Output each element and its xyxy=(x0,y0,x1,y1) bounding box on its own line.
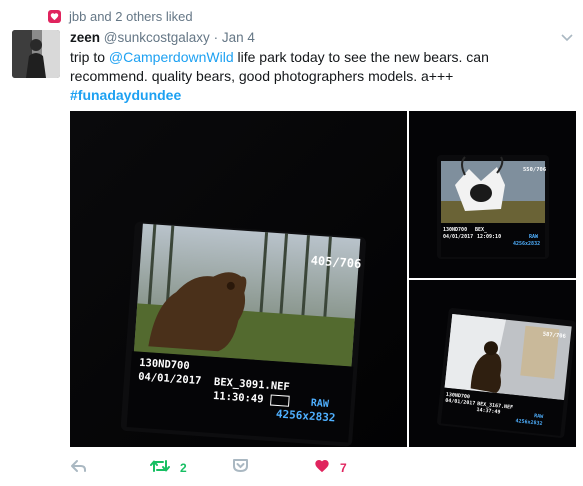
goat-time: 12:09:10 xyxy=(477,234,501,240)
liked-by-notice: jbb and 2 others liked xyxy=(48,8,193,24)
liked-heart-icon xyxy=(48,9,61,23)
goat-filename: BEX_ xyxy=(475,227,488,233)
photo-animal-camera-screen[interactable]: 587/706 130ND700 BEX_3167.NEF 04/01/2017… xyxy=(409,280,576,447)
photo-grid: 405/706 130ND700 04/01/2017 BEX_3091.NEF… xyxy=(70,111,576,447)
goat-resolution: 4256x2832 xyxy=(513,241,540,247)
reply-icon xyxy=(70,459,87,478)
like-button[interactable]: 7 xyxy=(314,458,347,478)
direct-message-icon xyxy=(232,458,249,478)
goat-folder: 130ND700 xyxy=(443,227,467,233)
heart-icon xyxy=(314,458,330,478)
tweet-header: zeen @sunkcostgalaxy · Jan 4 xyxy=(70,30,255,45)
display-name[interactable]: zeen xyxy=(70,30,100,45)
reply-button[interactable] xyxy=(70,459,150,478)
more-options-chevron-icon[interactable] xyxy=(559,30,575,46)
tweet-date[interactable]: Jan 4 xyxy=(222,30,255,45)
goat-frame-counter: 550/706 xyxy=(523,167,547,173)
like-count: 7 xyxy=(340,461,347,475)
retweet-count: 2 xyxy=(180,461,187,475)
goat-format: RAW xyxy=(529,234,539,240)
liked-by-text[interactable]: jbb and 2 others liked xyxy=(69,9,193,24)
photo-goat-camera-screen[interactable]: 550/706 130ND700 BEX_ 04/01/2017 12:09:1… xyxy=(409,111,576,278)
avatar[interactable] xyxy=(12,30,60,78)
hashtag-link[interactable]: #funadaydundee xyxy=(70,87,181,103)
tweet-text: trip to @CamperdownWild life park today … xyxy=(70,48,550,105)
photo-bear-camera-screen[interactable]: 405/706 130ND700 04/01/2017 BEX_3091.NEF… xyxy=(70,111,407,447)
tweet-actions: 2 7 xyxy=(70,458,347,478)
header-separator: · xyxy=(213,30,219,45)
retweet-icon xyxy=(150,459,170,478)
mention-link[interactable]: @CamperdownWild xyxy=(109,49,234,65)
direct-message-button[interactable] xyxy=(232,458,314,478)
animal-format: RAW xyxy=(534,413,545,420)
retweet-button[interactable]: 2 xyxy=(150,459,232,478)
tweet-text-start: trip to xyxy=(70,49,109,65)
user-handle[interactable]: @sunkcostgalaxy xyxy=(104,30,210,45)
goat-date: 04/01/2017 xyxy=(443,234,473,240)
main-format: RAW xyxy=(310,398,330,410)
